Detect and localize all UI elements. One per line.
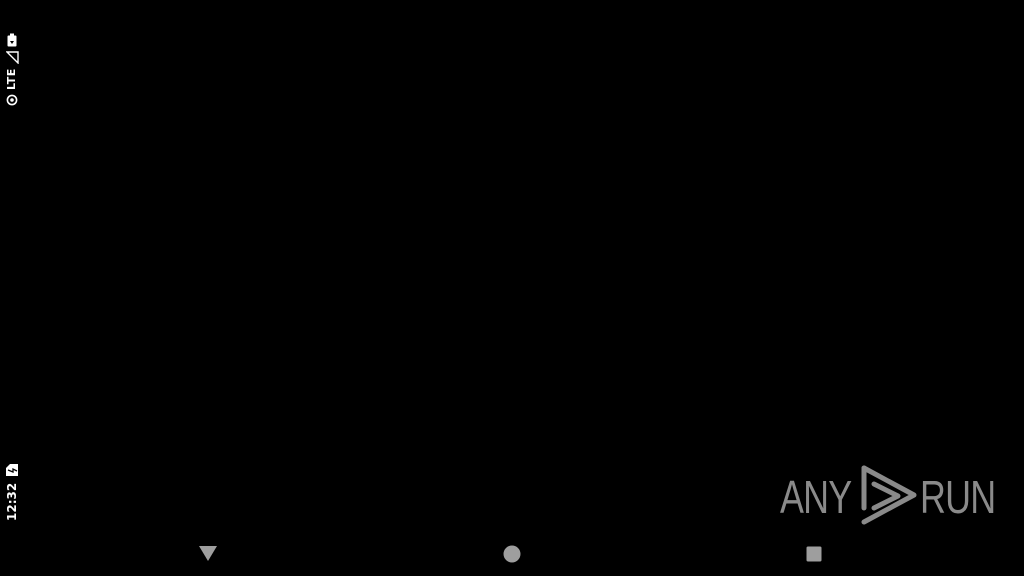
watermark-left-text: ANY bbox=[780, 471, 852, 523]
play-logo-icon bbox=[860, 464, 918, 530]
recents-square-icon bbox=[806, 546, 822, 562]
home-circle-icon bbox=[503, 545, 521, 563]
back-triangle-icon bbox=[199, 546, 217, 561]
navigation-bar bbox=[0, 528, 1024, 576]
sim-card-icon bbox=[5, 463, 19, 477]
status-bar-clock: 12:32 bbox=[0, 455, 24, 525]
android-screen: LTE 12:32 ANY RUN bbox=[0, 0, 1024, 576]
signal-icon bbox=[5, 51, 19, 65]
home-button[interactable] bbox=[500, 542, 524, 566]
back-button[interactable] bbox=[196, 542, 220, 566]
watermark-right-text: RUN bbox=[919, 471, 996, 523]
clock-time: 12:32 bbox=[5, 482, 19, 521]
anyrun-watermark: ANY RUN bbox=[780, 464, 996, 530]
recents-button[interactable] bbox=[802, 542, 826, 566]
location-icon bbox=[6, 94, 18, 106]
battery-icon bbox=[7, 33, 17, 47]
status-bar-icons: LTE bbox=[0, 0, 24, 110]
network-type-label: LTE bbox=[5, 68, 18, 90]
